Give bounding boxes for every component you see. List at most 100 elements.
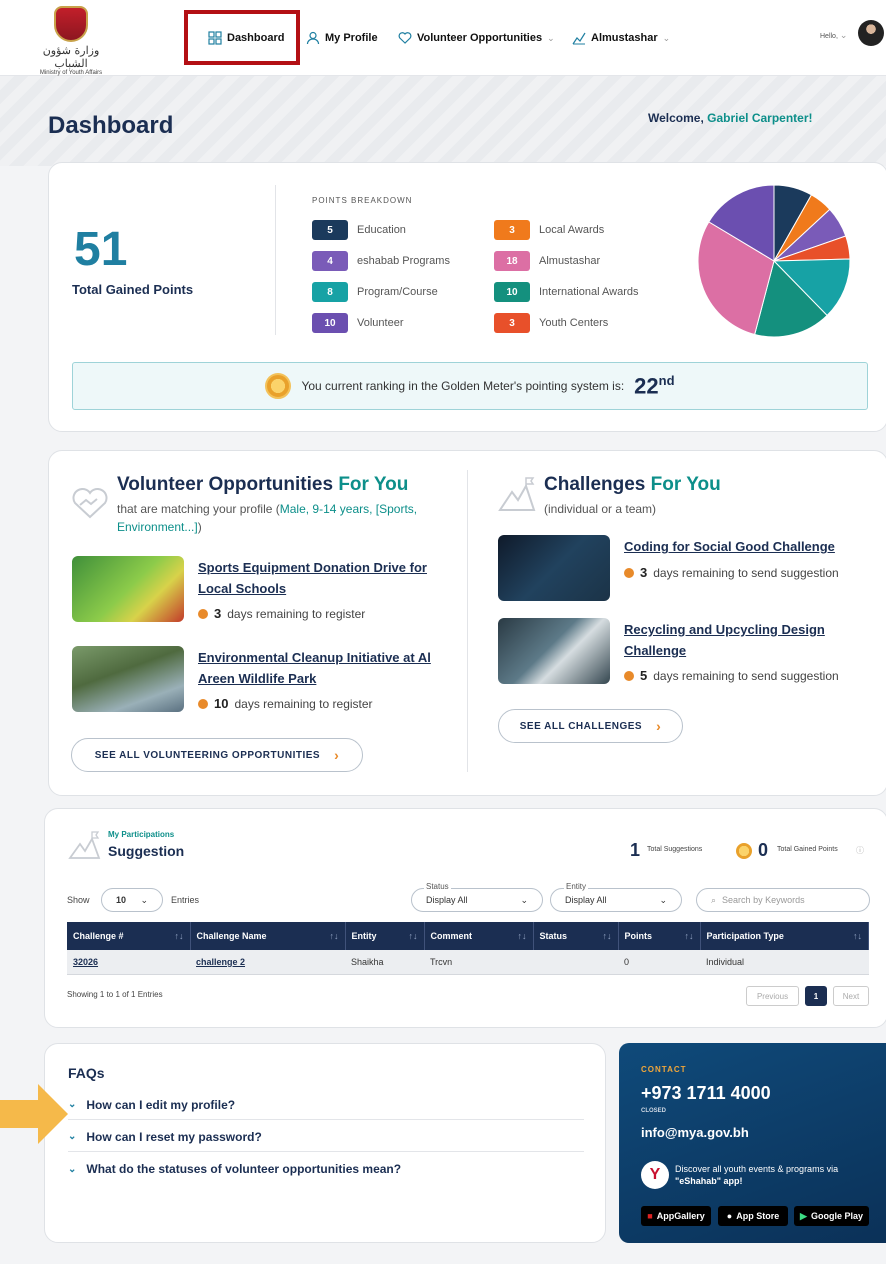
challenge-item-link[interactable]: Coding for Social Good Challenge — [624, 536, 835, 557]
nav-my-profile-label: My Profile — [325, 32, 378, 44]
faq-question: How can I reset my password? — [86, 1129, 262, 1144]
challenges-section-title: Challenges For You — [544, 474, 721, 496]
participations-table: ↑↓ Challenge # ↑↓ Challenge Name ↑↓ Entity … — [67, 922, 869, 975]
column-header[interactable]: ↑↓ Points — [618, 922, 701, 950]
column-header[interactable]: ↑↓ Challenge # — [67, 922, 191, 950]
clock-icon — [198, 608, 208, 619]
chevron-down-icon: ⌄ — [68, 1163, 77, 1175]
logo-arabic-text: وزارة شؤون الشباب — [42, 44, 100, 70]
entity-value: Display All — [565, 895, 607, 905]
appgallery-badge[interactable]: ■ AppGallery — [641, 1206, 711, 1226]
days-count: 3 — [640, 565, 648, 580]
store-label: AppGallery — [656, 1211, 705, 1221]
points-category-label: International Awards — [539, 286, 639, 298]
user-menu[interactable]: Hello, ⌄ — [820, 30, 847, 41]
challenge-remaining: 3 days remaining to send suggestion — [624, 565, 839, 580]
crest-icon — [54, 6, 88, 42]
title-line1: Environmental Cleanup Initiative at Al — [198, 650, 431, 665]
volunteer-item-link[interactable]: Environmental Cleanup Initiative at Al Ar… — [198, 647, 431, 689]
next-page-button[interactable]: Next — [833, 986, 869, 1006]
points-cell: 0 — [618, 950, 700, 975]
faq-item[interactable]: ⌄ What do the statuses of volunteer oppor… — [68, 1154, 584, 1184]
status-select[interactable]: Display All ⌄ — [411, 888, 543, 912]
points-value-badge: 5 — [312, 220, 348, 240]
column-header[interactable]: ↑↓ Entity — [345, 922, 425, 950]
faqs-title: FAQs — [68, 1065, 105, 1081]
nav-dashboard[interactable]: Dashboard — [208, 22, 284, 54]
column-header[interactable]: ↑↓ Participation Type — [700, 922, 869, 950]
pointer-arrow-annotation — [0, 1084, 68, 1144]
column-header[interactable]: ↑↓ Status — [533, 922, 619, 950]
points-breakdown-title: POINTS BREAKDOWN — [312, 196, 413, 205]
challenge-number-link[interactable]: 32026 — [73, 957, 98, 967]
cleanup-image[interactable] — [72, 646, 184, 712]
faq-item[interactable]: ⌄ How can I edit my profile? — [68, 1090, 584, 1120]
nav-my-profile[interactable]: My Profile — [306, 22, 378, 54]
column-label: Challenge Name — [196, 931, 267, 941]
avatar[interactable] — [858, 20, 884, 46]
sort-icon: ↑↓ — [602, 931, 612, 941]
entity-cell: Shaikha — [345, 950, 424, 975]
status-cell — [533, 950, 618, 975]
page-1-button[interactable]: 1 — [805, 986, 827, 1006]
nav-almustashar[interactable]: Almustashar ⌄ — [572, 22, 670, 54]
volunteer-item-link[interactable]: Sports Equipment Donation Drive for Local… — [198, 557, 427, 599]
previous-page-button[interactable]: Previous — [746, 986, 799, 1006]
title-line1: Recycling and Upcycling Design — [624, 622, 825, 637]
challenge-name-link[interactable]: challenge 2 — [196, 957, 245, 967]
volunteer-subtitle: that are matching your profile (Male, 9-… — [117, 500, 437, 536]
sort-icon: ↑↓ — [517, 931, 527, 941]
title-line1: Coding for Social Good Challenge — [624, 539, 835, 554]
points-breakdown-item: 5 Education — [312, 220, 406, 240]
google-play-badge[interactable]: ▶ Google Play — [794, 1206, 869, 1226]
chart-icon — [572, 32, 586, 45]
ranking-number: 22 — [634, 373, 659, 399]
faq-item[interactable]: ⌄ How can I reset my password? — [68, 1122, 584, 1152]
app-name: "eShahab" app! — [675, 1176, 743, 1186]
column-label: Points — [624, 931, 653, 941]
points-value-badge: 18 — [494, 251, 530, 271]
points-category-label: Almustashar — [539, 255, 601, 267]
volunteer-title-accent: For You — [338, 474, 409, 495]
coding-image[interactable] — [498, 535, 610, 601]
points-category-label: Volunteer — [357, 317, 404, 329]
search-icon: ⌕ — [711, 894, 717, 905]
medal-icon — [265, 373, 292, 399]
days-count: 10 — [214, 696, 229, 711]
contact-email[interactable]: info@mya.gov.bh — [641, 1125, 749, 1140]
challenge-flag-icon — [498, 477, 536, 511]
welcome-prefix: Welcome, — [648, 111, 704, 125]
column-header[interactable]: ↑↓ Comment — [424, 922, 534, 950]
sports-equipment-image[interactable] — [72, 556, 184, 622]
points-breakdown-item: 10 Volunteer — [312, 313, 403, 333]
points-category-label: Local Awards — [539, 224, 605, 236]
column-header[interactable]: ↑↓ Challenge Name — [190, 922, 346, 950]
sort-icon: ↑↓ — [329, 931, 339, 941]
points-value-badge: 10 — [494, 282, 530, 302]
search-input[interactable]: ⌕ Search by Keywords — [696, 888, 870, 912]
app-store-badge[interactable]: ● App Store — [718, 1206, 788, 1226]
contact-phone[interactable]: +973 1711 4000 — [641, 1083, 771, 1104]
see-all-volunteering-button[interactable]: SEE ALL VOLUNTEERING OPPORTUNITIES › — [71, 738, 363, 772]
entries-select[interactable]: 10 ⌄ — [101, 888, 163, 912]
chevron-right-icon: › — [656, 718, 662, 734]
eshabab-app-icon[interactable]: Y — [641, 1161, 669, 1189]
challenge-item-link[interactable]: Recycling and Upcycling Design Challenge — [624, 619, 825, 661]
top-header: وزارة شؤون الشباب Ministry of Youth Affa… — [0, 0, 886, 76]
nav-volunteer-opportunities[interactable]: Volunteer Opportunities ⌄ — [398, 22, 555, 54]
entity-select[interactable]: Display All ⌄ — [550, 888, 682, 912]
clock-icon — [624, 670, 634, 681]
handshake-heart-icon — [72, 488, 108, 519]
total-points-value: 51 — [74, 223, 128, 276]
ministry-logo[interactable]: وزارة شؤون الشباب Ministry of Youth Affa… — [30, 6, 112, 76]
recycling-image[interactable] — [498, 618, 610, 684]
see-all-challenges-button[interactable]: SEE ALL CHALLENGES › — [498, 709, 683, 743]
see-all-label: SEE ALL CHALLENGES — [519, 720, 643, 732]
column-label: Comment — [430, 931, 473, 941]
clock-icon — [198, 698, 208, 709]
chevron-down-icon: ⌄ — [68, 1099, 77, 1110]
status-label: Status — [424, 882, 451, 891]
chevron-right-icon: › — [334, 747, 340, 763]
info-icon[interactable]: ⓘ — [856, 845, 864, 856]
entity-label: Entity — [564, 882, 589, 891]
